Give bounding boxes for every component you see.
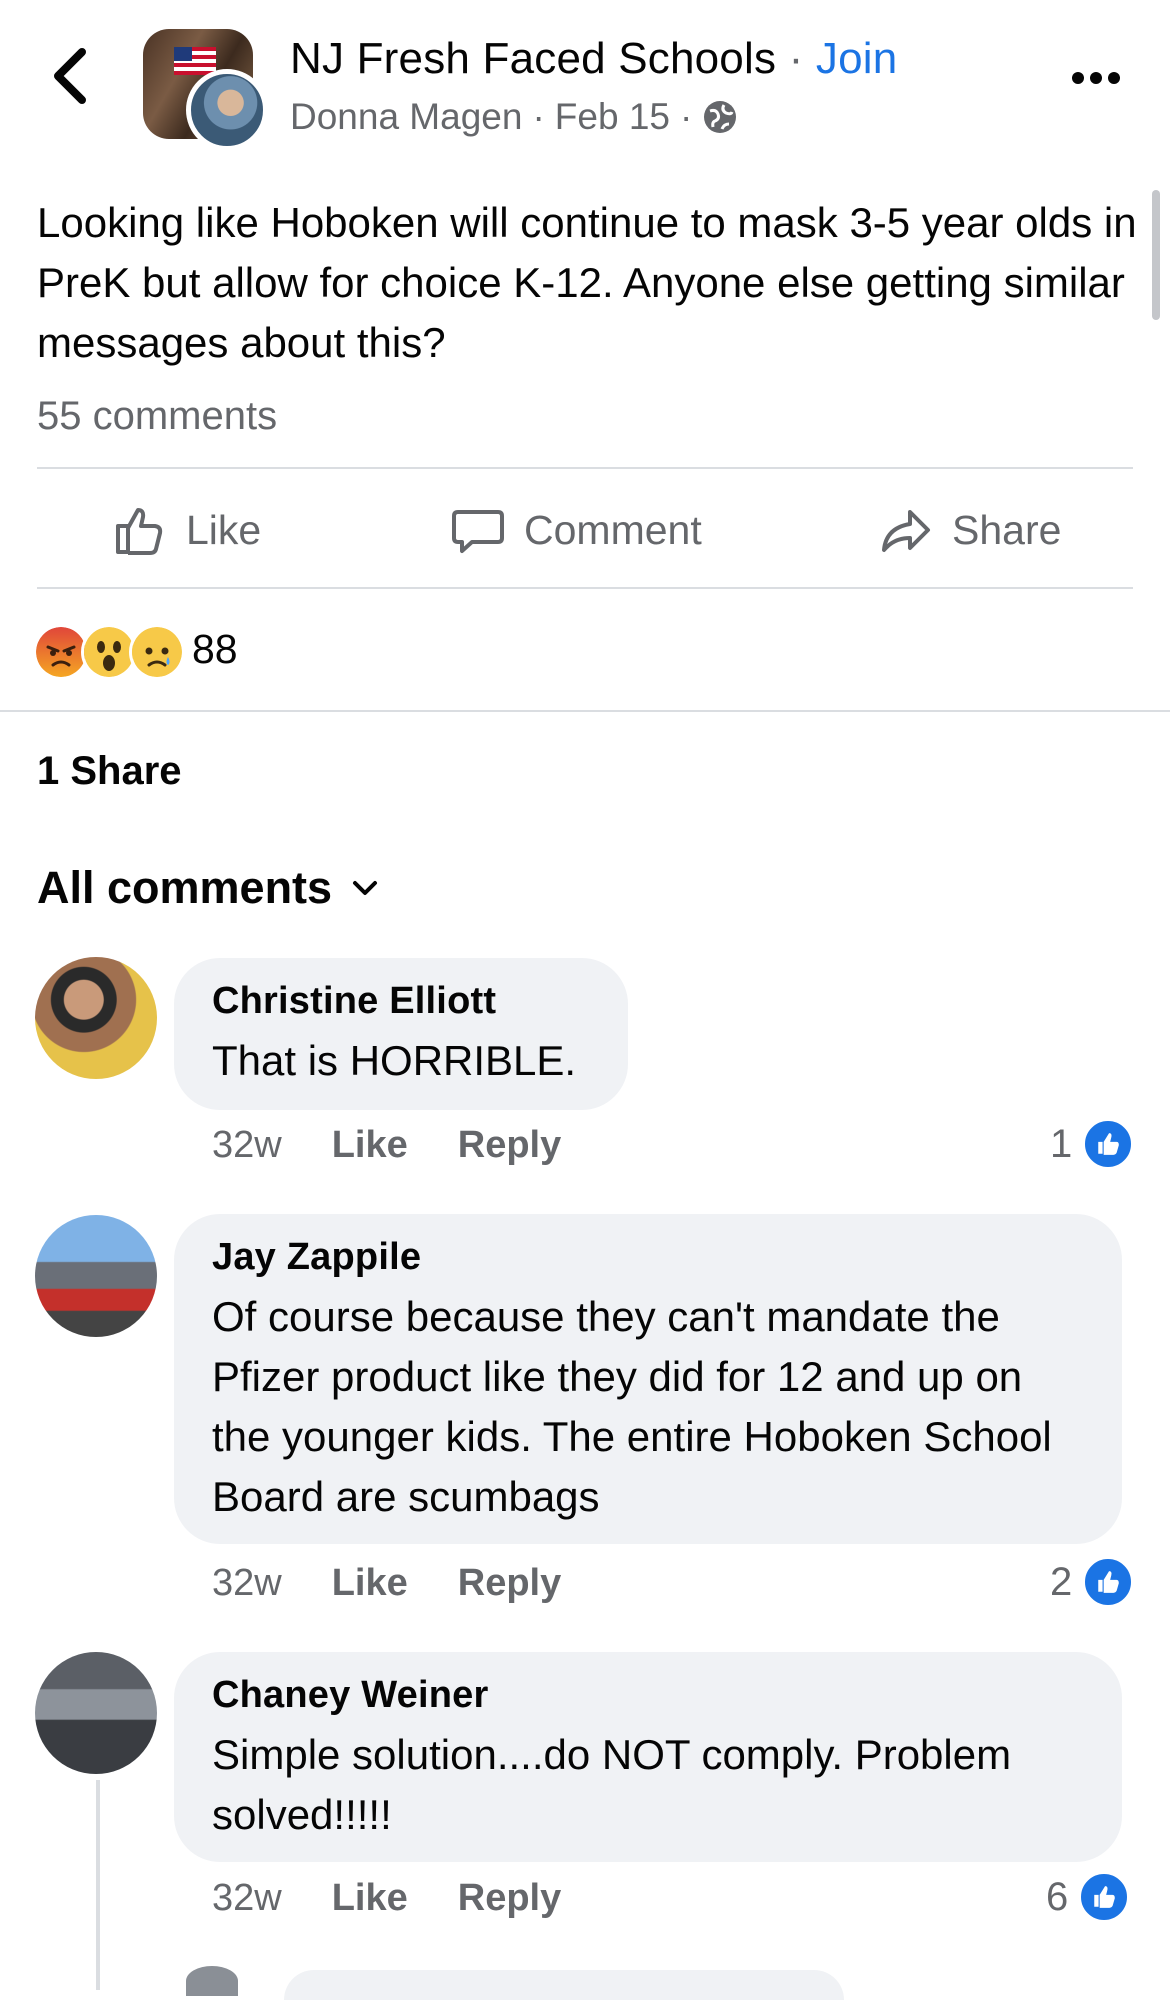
flag-image bbox=[174, 47, 216, 75]
share-count[interactable]: 1 Share bbox=[37, 749, 182, 794]
like-label: Like bbox=[186, 506, 262, 553]
title-separator: · bbox=[788, 34, 804, 83]
divider bbox=[37, 587, 1133, 589]
comment-text: Simple solution....do NOT comply. Proble… bbox=[212, 1731, 1012, 1838]
like-count-value: 6 bbox=[1046, 1874, 1069, 1919]
group-name-link[interactable]: NJ Fresh Faced Schools bbox=[290, 34, 776, 83]
share-button[interactable]: Share bbox=[878, 490, 1061, 570]
like-count-value: 1 bbox=[1050, 1121, 1073, 1166]
divider bbox=[0, 710, 1170, 712]
comment-actions: 32w Like Reply bbox=[212, 1877, 561, 1920]
comment-bubble: Christine Elliott That is HORRIBLE. bbox=[174, 958, 628, 1110]
more-options-button[interactable] bbox=[1068, 60, 1124, 96]
comment-like-button[interactable]: Like bbox=[332, 1124, 408, 1167]
like-badge-icon bbox=[1078, 1871, 1131, 1923]
group-title: NJ Fresh Faced Schools · Join bbox=[290, 34, 897, 84]
chevron-down-icon bbox=[353, 881, 378, 895]
commenter-name[interactable]: Christine Elliott bbox=[212, 980, 590, 1023]
comment-like-button[interactable]: Like bbox=[332, 1877, 408, 1920]
comment-bubble-icon bbox=[452, 510, 504, 553]
commenter-name[interactable]: Chaney Weiner bbox=[212, 1674, 1084, 1717]
more-dots-icon bbox=[1072, 72, 1120, 84]
comment-like-button[interactable]: Like bbox=[332, 1562, 408, 1605]
author-avatar[interactable] bbox=[186, 69, 268, 151]
meta-separator: · bbox=[532, 96, 545, 137]
thumbs-up-icon bbox=[116, 508, 163, 555]
post-text: Looking like Hoboken will continue to ma… bbox=[37, 199, 1137, 366]
scrollbar[interactable] bbox=[1152, 190, 1160, 320]
reactions-summary[interactable] bbox=[33, 624, 193, 680]
comments-filter-label: All comments bbox=[37, 862, 333, 913]
like-count-value: 2 bbox=[1050, 1559, 1073, 1604]
commenter-avatar[interactable] bbox=[35, 1652, 157, 1774]
author-name[interactable]: Donna Magen bbox=[290, 96, 522, 138]
back-button[interactable] bbox=[48, 44, 96, 108]
post-date[interactable]: Feb 15 bbox=[555, 96, 670, 138]
comment-actions: 32w Like Reply bbox=[212, 1562, 561, 1605]
like-badge-icon bbox=[1082, 1556, 1135, 1608]
meta-separator: · bbox=[679, 96, 693, 137]
comment-bubble: Chaney Weiner Simple solution....do NOT … bbox=[174, 1652, 1122, 1862]
chevron-left-icon bbox=[54, 48, 86, 104]
comment-label: Comment bbox=[524, 506, 702, 553]
divider bbox=[37, 467, 1133, 469]
like-button[interactable]: Like bbox=[112, 490, 261, 570]
reply-avatar-partial[interactable] bbox=[186, 1966, 238, 1996]
commenter-name[interactable]: Jay Zappile bbox=[212, 1236, 1084, 1279]
comment-time[interactable]: 32w bbox=[212, 1124, 282, 1167]
comment-like-count[interactable]: 2 bbox=[1050, 1556, 1135, 1608]
commenter-avatar[interactable] bbox=[35, 1215, 157, 1337]
comment-count[interactable]: 55 comments bbox=[37, 394, 277, 439]
comment-reply-button[interactable]: Reply bbox=[458, 1124, 561, 1167]
reaction-count[interactable]: 88 bbox=[192, 626, 238, 673]
comment-reply-button[interactable]: Reply bbox=[458, 1877, 561, 1920]
comment-bubble: Jay Zappile Of course because they can't… bbox=[174, 1214, 1122, 1544]
comment-actions: 32w Like Reply bbox=[212, 1124, 561, 1167]
post-meta: Donna Magen · Feb 15 · bbox=[290, 96, 738, 138]
sad-reaction-icon bbox=[129, 624, 185, 680]
comments-filter-dropdown[interactable]: All comments bbox=[37, 862, 380, 914]
comment-text: That is HORRIBLE. bbox=[212, 1037, 577, 1084]
share-arrow-icon bbox=[882, 510, 930, 552]
comment-reply-button[interactable]: Reply bbox=[458, 1562, 561, 1605]
reply-bubble-partial bbox=[284, 1970, 844, 2000]
join-button[interactable]: Join bbox=[816, 34, 898, 83]
reply-thread-line bbox=[96, 1780, 100, 1990]
commenter-avatar[interactable] bbox=[35, 957, 157, 1079]
share-label: Share bbox=[952, 506, 1062, 553]
like-badge-icon bbox=[1082, 1118, 1135, 1170]
comment-like-count[interactable]: 1 bbox=[1050, 1118, 1135, 1170]
globe-icon bbox=[704, 101, 737, 133]
comment-text: Of course because they can't mandate the… bbox=[212, 1293, 1052, 1520]
comment-time[interactable]: 32w bbox=[212, 1877, 282, 1920]
comment-time[interactable]: 32w bbox=[212, 1562, 282, 1605]
comment-button[interactable]: Comment bbox=[450, 490, 702, 570]
comment-like-count[interactable]: 6 bbox=[1046, 1871, 1131, 1923]
